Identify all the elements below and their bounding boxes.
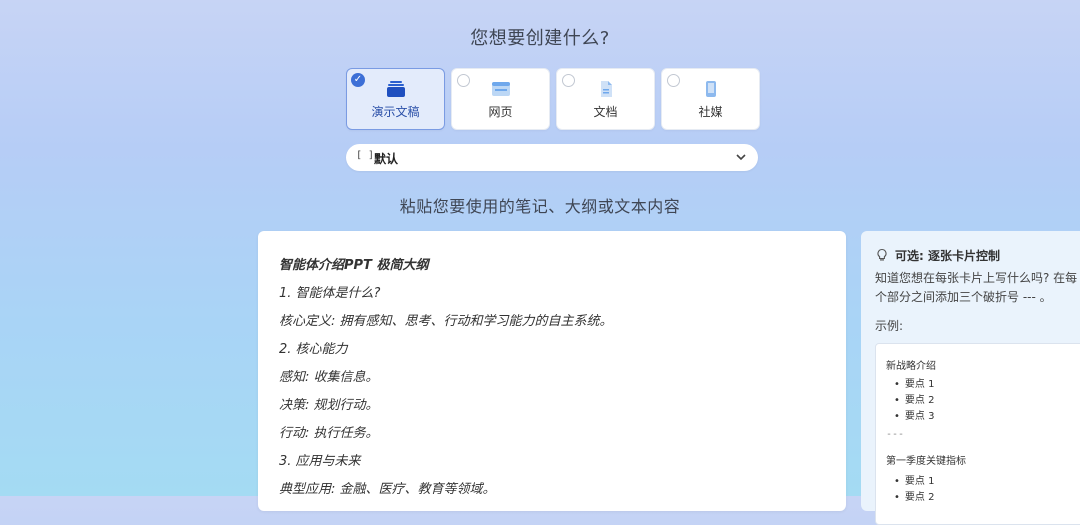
editor-line: 1. 智能体是什么? xyxy=(279,286,381,301)
list-item: 要点 2 xyxy=(894,391,935,406)
example-card-title: 新战略介绍 xyxy=(886,361,936,372)
editor-line: 2. 核心能力 xyxy=(279,342,348,357)
type-card-label: 网页 xyxy=(488,105,513,119)
example-label: 示例: xyxy=(875,319,904,333)
type-card-document[interactable]: 文档 xyxy=(556,68,655,130)
separator-text: --- xyxy=(886,429,905,440)
example-card-title: 第一季度关键指标 xyxy=(886,456,966,467)
chevron-down-icon[interactable] xyxy=(734,148,748,170)
content-editor[interactable]: 智能体介绍PPT 极简大纲 1. 智能体是什么? 核心定义: 拥有感知、思考、行… xyxy=(258,231,846,511)
type-card-label: 文档 xyxy=(593,105,618,119)
editor-line: 核心定义: 拥有感知、思考、行动和学习能力的自主系统。 xyxy=(279,314,613,329)
page-title: 您想要创建什么? xyxy=(470,28,610,49)
editor-line: 行动: 执行任务。 xyxy=(279,426,379,441)
document-icon xyxy=(557,80,654,102)
editor-line: 智能体介绍PPT 极简大纲 xyxy=(279,258,429,273)
example-box: 新战略介绍 要点 1 要点 2 要点 3 --- 第一季度关键指标 要点 1 要… xyxy=(875,343,1080,525)
theme-select[interactable]: [ ] 默认 xyxy=(346,144,758,171)
editor-line: 感知: 收集信息。 xyxy=(279,370,379,385)
type-card-presentation[interactable]: ✓ 演示文稿 xyxy=(346,68,445,130)
list-item: 要点 3 xyxy=(894,407,935,422)
type-card-webpage[interactable]: 网页 xyxy=(451,68,550,130)
tip-description: 知道您想在每张卡片上写什么吗? 在每 xyxy=(875,271,1078,285)
tip-description: 个部分之间添加三个破折号 --- 。 xyxy=(875,290,1052,304)
editor-line: 3. 应用与未来 xyxy=(279,454,361,469)
tip-panel: 可选: 逐张卡片控制 知道您想在每张卡片上写什么吗? 在每 个部分之间添加三个破… xyxy=(861,231,1080,525)
presentation-stack-icon xyxy=(347,80,444,102)
list-item: 要点 1 xyxy=(894,375,935,390)
editor-line: 典型应用: 金融、医疗、教育等领域。 xyxy=(279,482,496,497)
type-card-label: 社媒 xyxy=(698,105,723,119)
editor-line: 决策: 规划行动。 xyxy=(279,398,379,413)
type-card-social[interactable]: 社媒 xyxy=(661,68,760,130)
webpage-icon xyxy=(452,80,549,102)
create-type-group: ✓ 演示文稿 网页 文档 社媒 xyxy=(346,68,760,130)
editor-prompt: 粘贴您要使用的笔记、大纲或文本内容 xyxy=(399,197,681,216)
tip-heading: 可选: 逐张卡片控制 xyxy=(895,249,1000,263)
type-card-label: 演示文稿 xyxy=(371,105,420,119)
bracket-icon: [ ] xyxy=(356,150,375,161)
list-item: 要点 1 xyxy=(894,472,935,487)
phone-icon xyxy=(662,80,759,102)
select-value: 默认 xyxy=(374,152,399,166)
lightbulb-icon xyxy=(875,247,889,266)
